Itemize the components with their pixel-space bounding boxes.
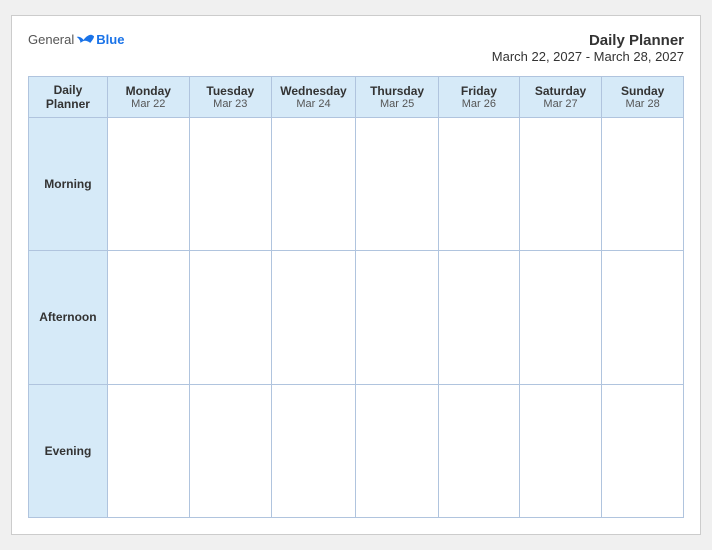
logo-bird-icon [76, 33, 94, 47]
evening-row: Evening [29, 384, 684, 517]
planner-date-range: March 22, 2027 - March 28, 2027 [492, 49, 684, 64]
logo-text: General Blue [28, 32, 124, 47]
col-header-wed: Wednesday Mar 24 [271, 77, 355, 118]
logo-general-text: General [28, 32, 74, 47]
col-header-thu: Thursday Mar 25 [356, 77, 439, 118]
afternoon-thu-cell[interactable] [356, 251, 439, 384]
afternoon-sun-cell[interactable] [602, 251, 684, 384]
sat-day-name: Saturday [522, 84, 600, 98]
col-header-mon: Monday Mar 22 [107, 77, 189, 118]
afternoon-tue-cell[interactable] [189, 251, 271, 384]
fri-day-name: Friday [441, 84, 517, 98]
mon-day-name: Monday [110, 84, 187, 98]
planner-title: Daily Planner [492, 32, 684, 49]
logo-blue-text: Blue [96, 32, 124, 47]
evening-thu-cell[interactable] [356, 384, 439, 517]
wed-day-name: Wednesday [274, 84, 353, 98]
evening-wed-cell[interactable] [271, 384, 355, 517]
morning-thu-cell[interactable] [356, 118, 439, 251]
evening-label: Evening [29, 384, 108, 517]
header-row: Daily Planner Monday Mar 22 Tuesday Mar … [29, 77, 684, 118]
page: General Blue Daily Planner March 22, 202… [11, 15, 701, 535]
header: General Blue Daily Planner March 22, 202… [28, 32, 684, 64]
title-area: Daily Planner March 22, 2027 - March 28,… [492, 32, 684, 64]
mon-date: Mar 22 [110, 98, 187, 110]
col-header-label: Daily Planner [29, 77, 108, 118]
morning-row: Morning [29, 118, 684, 251]
logo-area: General Blue [28, 32, 124, 47]
evening-mon-cell[interactable] [107, 384, 189, 517]
tue-day-name: Tuesday [192, 84, 269, 98]
sat-date: Mar 27 [522, 98, 600, 110]
tue-date: Mar 23 [192, 98, 269, 110]
morning-mon-cell[interactable] [107, 118, 189, 251]
afternoon-sat-cell[interactable] [519, 251, 602, 384]
evening-sun-cell[interactable] [602, 384, 684, 517]
evening-tue-cell[interactable] [189, 384, 271, 517]
sun-day-name: Sunday [604, 84, 681, 98]
calendar-table: Daily Planner Monday Mar 22 Tuesday Mar … [28, 76, 684, 518]
col-header-fri: Friday Mar 26 [439, 77, 520, 118]
afternoon-row: Afternoon [29, 251, 684, 384]
afternoon-wed-cell[interactable] [271, 251, 355, 384]
wed-date: Mar 24 [274, 98, 353, 110]
morning-fri-cell[interactable] [439, 118, 520, 251]
col-header-tue: Tuesday Mar 23 [189, 77, 271, 118]
morning-sun-cell[interactable] [602, 118, 684, 251]
col-header-sat: Saturday Mar 27 [519, 77, 602, 118]
sun-date: Mar 28 [604, 98, 681, 110]
morning-sat-cell[interactable] [519, 118, 602, 251]
thu-date: Mar 25 [358, 98, 436, 110]
afternoon-mon-cell[interactable] [107, 251, 189, 384]
afternoon-fri-cell[interactable] [439, 251, 520, 384]
afternoon-label: Afternoon [29, 251, 108, 384]
label-planner: Planner [31, 97, 105, 111]
label-day-name: Daily [31, 83, 105, 97]
fri-date: Mar 26 [441, 98, 517, 110]
morning-wed-cell[interactable] [271, 118, 355, 251]
morning-label: Morning [29, 118, 108, 251]
evening-fri-cell[interactable] [439, 384, 520, 517]
col-header-sun: Sunday Mar 28 [602, 77, 684, 118]
thu-day-name: Thursday [358, 84, 436, 98]
evening-sat-cell[interactable] [519, 384, 602, 517]
morning-tue-cell[interactable] [189, 118, 271, 251]
